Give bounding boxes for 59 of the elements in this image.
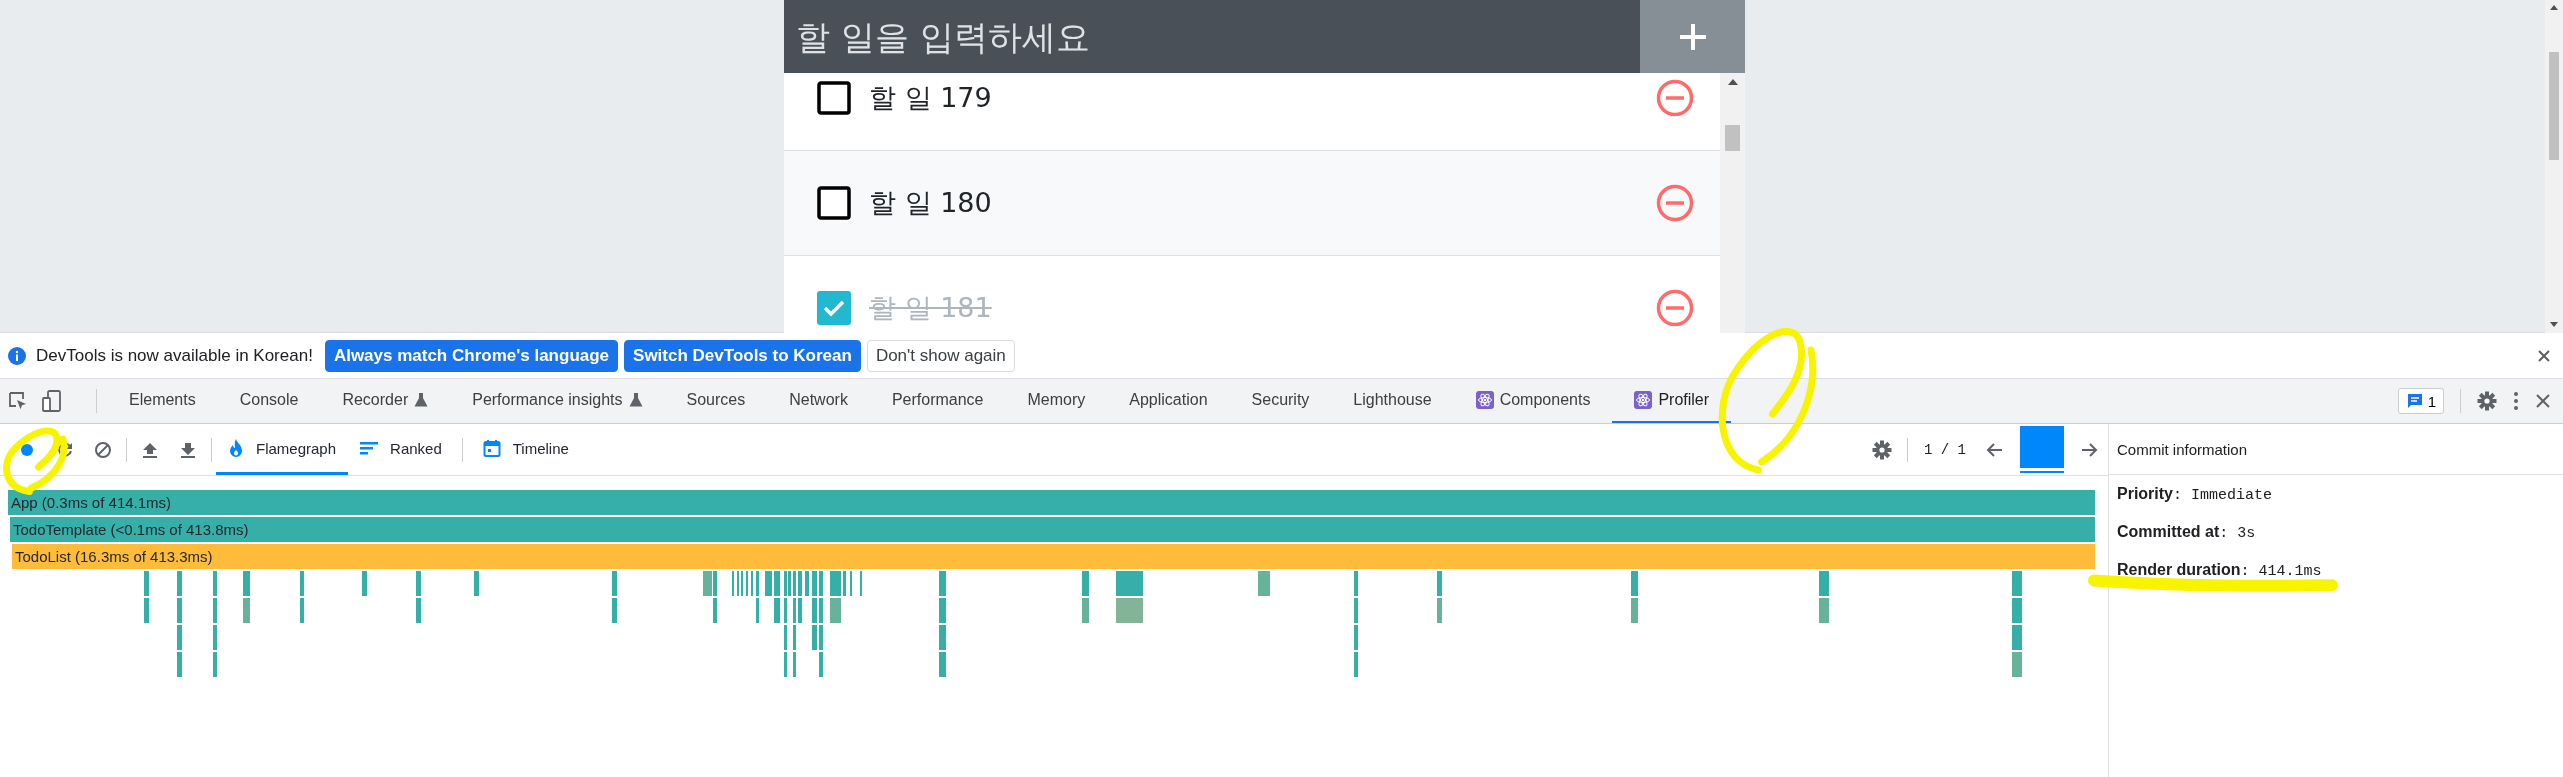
panel-tab[interactable]: Profiler xyxy=(1612,379,1732,423)
panel-tab[interactable]: Application xyxy=(1107,379,1230,423)
remove-icon[interactable] xyxy=(1656,184,1694,222)
infobar-button[interactable]: Don't show again xyxy=(866,339,1015,372)
issues-badge[interactable]: 1 xyxy=(2397,388,2444,414)
todo-input-field[interactable]: 할 일을 입력하세요 xyxy=(784,0,1640,73)
close-icon[interactable] xyxy=(2535,393,2551,409)
commit-detail: Committed at: 3s xyxy=(2117,523,2257,542)
view-tab[interactable]: Flamegraph xyxy=(216,424,349,475)
panel-tab[interactable]: Sources xyxy=(664,379,768,423)
flamegraph-bar[interactable]: TodoTemplate (<0.1ms of 413.8ms) xyxy=(10,517,2095,542)
message-icon xyxy=(2405,392,2424,410)
checkbox[interactable] xyxy=(817,291,851,325)
todo-text: 할 일 180 xyxy=(869,186,993,220)
infobar-message: DevTools is now available in Korean! xyxy=(36,345,313,366)
panel-tab[interactable]: Console xyxy=(217,379,321,423)
calendar-icon xyxy=(482,439,501,457)
commit-counter: 1 / 1 xyxy=(1923,441,1967,458)
infobar-button[interactable]: Always match Chrome's language xyxy=(324,339,619,372)
panel-title: Commit information xyxy=(2109,424,2563,475)
flask-icon xyxy=(414,392,429,408)
settings-icon xyxy=(1872,439,1892,460)
panel-tab[interactable]: Components xyxy=(1453,379,1613,423)
clear-icon xyxy=(93,439,113,460)
panel-tab[interactable]: Performance insights xyxy=(450,379,665,423)
panel-tab[interactable]: Network xyxy=(767,379,870,423)
panel-tab[interactable]: Lighthouse xyxy=(1331,379,1454,423)
plus-icon xyxy=(1677,21,1708,52)
commit-detail: Render duration: 414.1ms xyxy=(2117,561,2323,580)
panel-tab[interactable]: Memory xyxy=(1005,379,1108,423)
remove-icon[interactable] xyxy=(1656,289,1694,327)
flask-icon xyxy=(628,392,643,408)
add-button[interactable] xyxy=(1640,0,1745,73)
flamegraph-bar[interactable]: App (0.3ms of 414.1ms) xyxy=(8,490,2095,515)
settings-icon[interactable] xyxy=(2477,391,2497,411)
close-icon[interactable] xyxy=(2537,348,2551,363)
device-icon[interactable] xyxy=(42,390,62,412)
flamegraph-bar[interactable]: TodoList (16.3ms of 413.3ms) xyxy=(12,544,2095,569)
todo-text: 할 일 179 xyxy=(869,81,993,115)
react-icon xyxy=(1634,391,1653,409)
infobar-button[interactable]: Switch DevTools to Korean xyxy=(624,339,861,372)
commit-detail: Priority: Immediate xyxy=(2117,485,2274,504)
inspect-icon[interactable] xyxy=(8,391,28,411)
react-icon xyxy=(1475,391,1494,409)
checkbox[interactable] xyxy=(817,81,851,115)
panel-tab[interactable]: Security xyxy=(1229,379,1332,423)
more-options-icon[interactable] xyxy=(2513,391,2519,411)
checkbox[interactable] xyxy=(817,186,851,220)
view-tab[interactable]: Timeline xyxy=(470,424,581,475)
ranked-icon xyxy=(360,440,379,456)
todo-text: 할 일 181 xyxy=(869,291,993,325)
view-tab[interactable]: Ranked xyxy=(348,424,454,475)
panel-tab[interactable]: Recorder xyxy=(320,379,451,423)
remove-icon[interactable] xyxy=(1656,79,1694,117)
panel-tab[interactable]: Elements xyxy=(107,379,218,423)
flame-icon xyxy=(228,438,244,458)
highlighter-scribble xyxy=(0,425,70,495)
panel-tab[interactable]: Performance xyxy=(869,379,1006,423)
info-icon xyxy=(8,346,26,365)
